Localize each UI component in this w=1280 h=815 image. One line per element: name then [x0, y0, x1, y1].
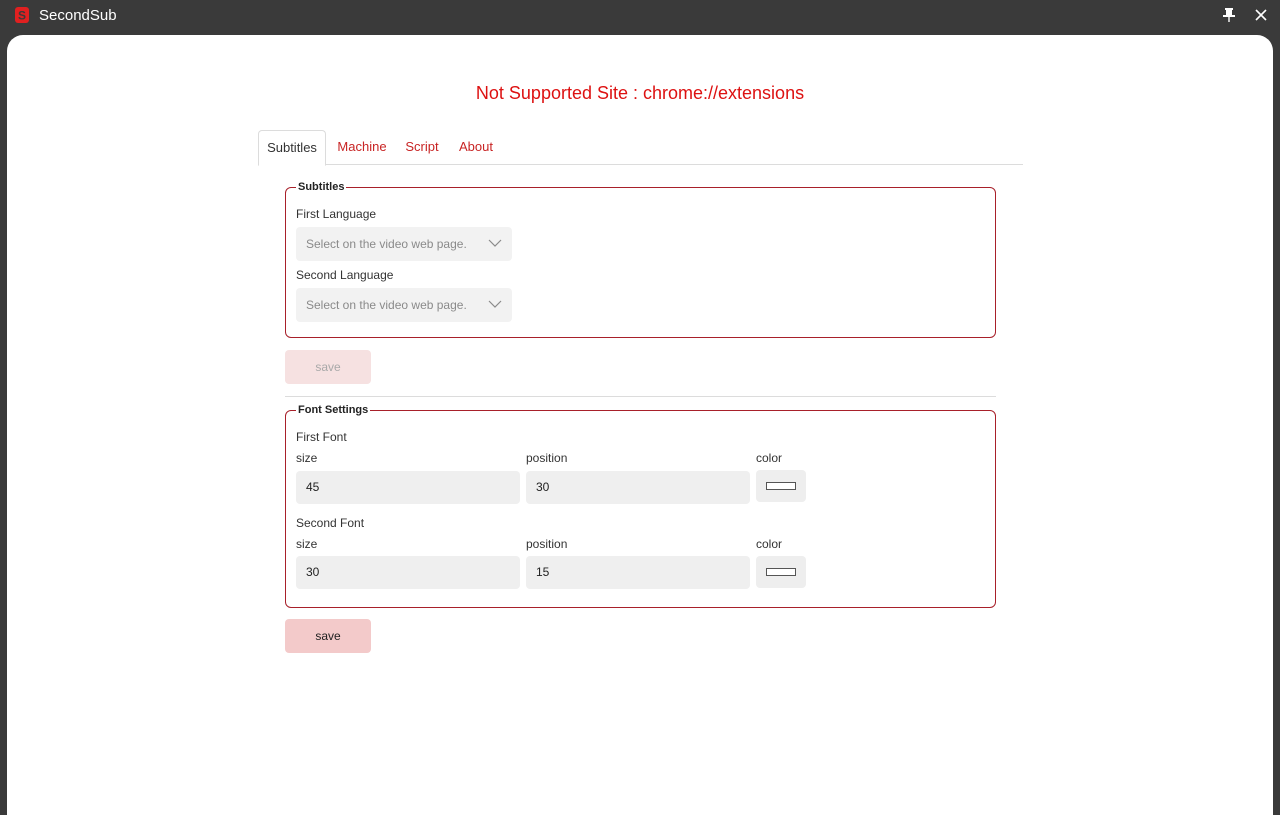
first-language-label: First Language — [296, 207, 377, 221]
second-language-label: Second Language — [296, 268, 394, 282]
tab-machine[interactable]: Machine — [330, 130, 394, 164]
tab-script[interactable]: Script — [400, 130, 444, 164]
second-font-position-label: position — [526, 537, 568, 551]
first-font-position-label: position — [526, 451, 568, 465]
second-language-value: Select on the video web page. — [306, 298, 467, 312]
secondsub-logo-icon: S — [15, 7, 29, 23]
second-font-title: Second Font — [296, 516, 365, 530]
first-font-size-input[interactable] — [296, 471, 520, 504]
page-title: Not Supported Site : chrome://extensions — [475, 83, 805, 103]
second-language-select[interactable]: Select on the video web page. — [296, 288, 512, 322]
second-font-color-label: color — [756, 537, 783, 551]
tab-bar: Subtitles Machine Script About — [258, 130, 1023, 166]
subtitles-group-legend: Subtitles — [298, 181, 345, 193]
first-language-value: Select on the video web page. — [306, 237, 467, 251]
save-subtitles-button[interactable]: save — [285, 350, 371, 384]
first-font-position-input[interactable] — [526, 471, 750, 504]
save-font-button[interactable]: save — [285, 619, 371, 653]
first-font-color-swatch — [766, 482, 796, 490]
tab-about[interactable]: About — [452, 130, 500, 164]
first-font-color-picker[interactable] — [756, 470, 806, 502]
app-title: SecondSub — [39, 7, 117, 24]
first-font-color-label: color — [756, 451, 783, 465]
first-font-title: First Font — [296, 430, 347, 444]
section-divider — [285, 396, 996, 397]
second-font-color-swatch — [766, 568, 796, 576]
second-font-color-picker[interactable] — [756, 556, 806, 588]
close-icon[interactable] — [1252, 6, 1270, 24]
tab-subtitles[interactable]: Subtitles — [258, 130, 326, 166]
font-settings-legend: Font Settings — [298, 404, 369, 416]
title-bar: S SecondSub — [0, 0, 1280, 32]
chevron-down-icon — [488, 239, 502, 247]
second-font-position-input[interactable] — [526, 556, 750, 589]
svg-text:S: S — [18, 9, 26, 23]
first-language-select[interactable]: Select on the video web page. — [296, 227, 512, 261]
first-font-size-label: size — [296, 451, 318, 465]
pin-icon[interactable] — [1220, 6, 1238, 24]
second-font-size-label: size — [296, 537, 318, 551]
chevron-down-icon — [488, 300, 502, 308]
main-panel: Not Supported Site : chrome://extensions… — [7, 35, 1273, 815]
second-font-size-input[interactable] — [296, 556, 520, 589]
